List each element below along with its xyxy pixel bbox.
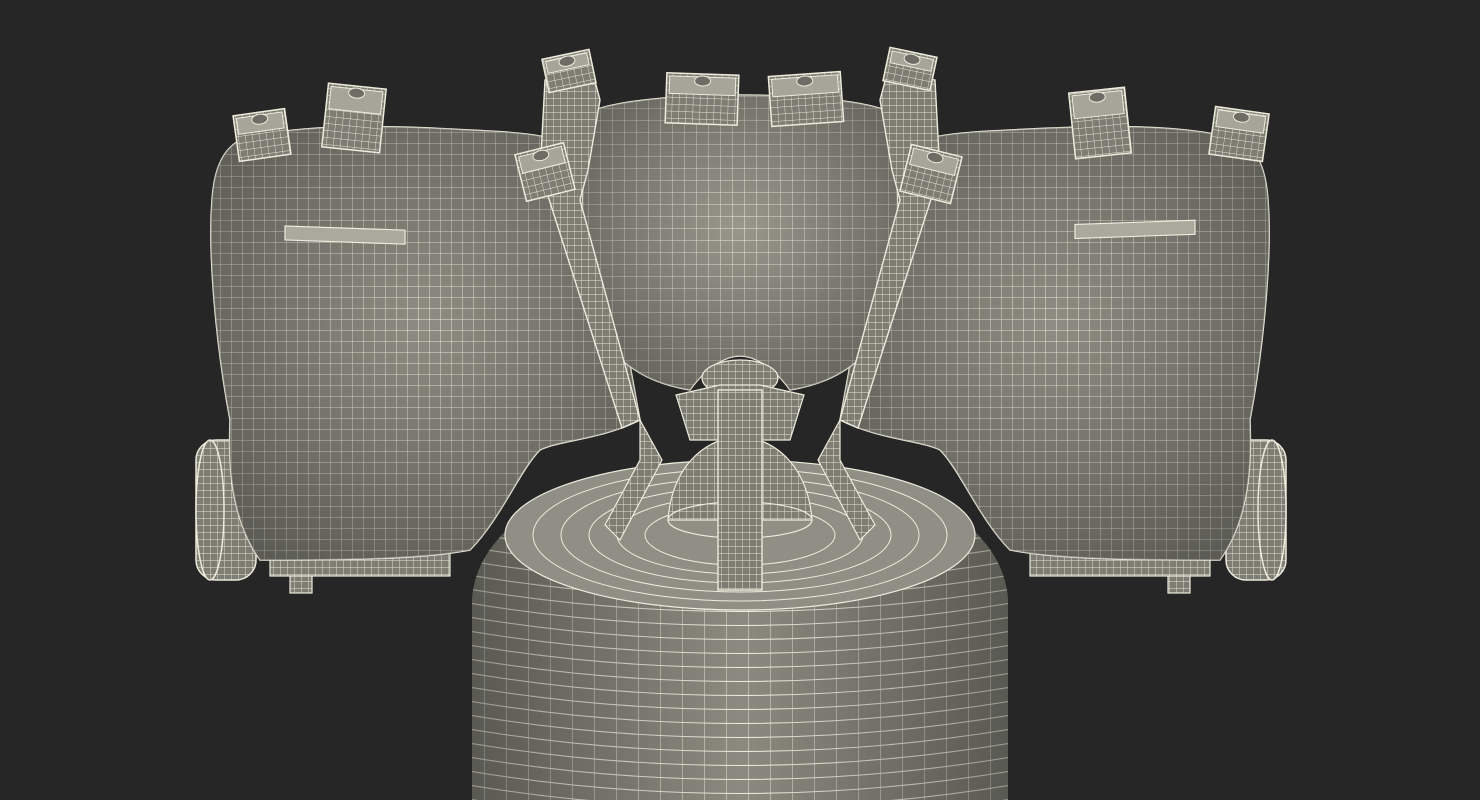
bolt-block bbox=[1067, 86, 1133, 160]
bolt-block bbox=[232, 107, 292, 163]
render-viewport bbox=[0, 0, 1480, 800]
bolt-block bbox=[320, 82, 388, 154]
bolt-block bbox=[767, 70, 845, 128]
bolt-block bbox=[1208, 105, 1270, 163]
bolt-block bbox=[664, 71, 740, 127]
wireframe-render bbox=[195, 46, 1287, 800]
yoke-center bbox=[581, 94, 899, 391]
